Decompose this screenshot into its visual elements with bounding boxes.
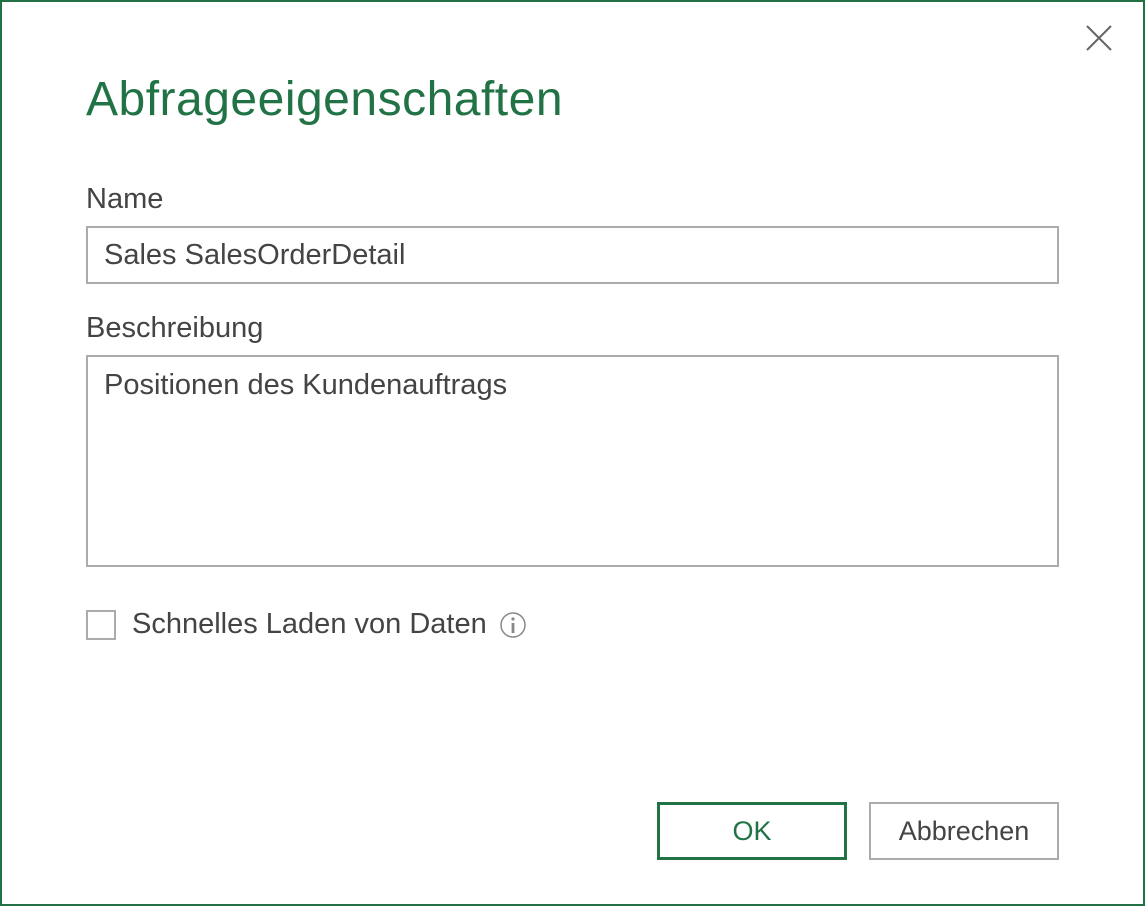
query-properties-dialog: Abfrageeigenschaften Name Beschreibung S…	[0, 0, 1145, 906]
close-button[interactable]	[1079, 18, 1119, 58]
fast-load-checkbox[interactable]	[86, 610, 116, 640]
fast-load-row: Schnelles Laden von Daten	[86, 608, 1059, 641]
button-row: OK Abbrechen	[657, 802, 1059, 860]
info-icon[interactable]	[499, 611, 527, 639]
name-field-group: Name	[86, 183, 1059, 284]
dialog-content: Abfrageeigenschaften Name Beschreibung S…	[2, 2, 1143, 681]
ok-button[interactable]: OK	[657, 802, 847, 860]
description-label: Beschreibung	[86, 312, 1059, 345]
description-field-group: Beschreibung	[86, 312, 1059, 572]
fast-load-label: Schnelles Laden von Daten	[132, 608, 487, 641]
description-input[interactable]	[86, 355, 1059, 567]
name-input[interactable]	[86, 226, 1059, 284]
close-icon	[1083, 22, 1115, 54]
cancel-button[interactable]: Abbrechen	[869, 802, 1059, 860]
dialog-title: Abfrageeigenschaften	[86, 72, 1059, 127]
name-label: Name	[86, 183, 1059, 216]
